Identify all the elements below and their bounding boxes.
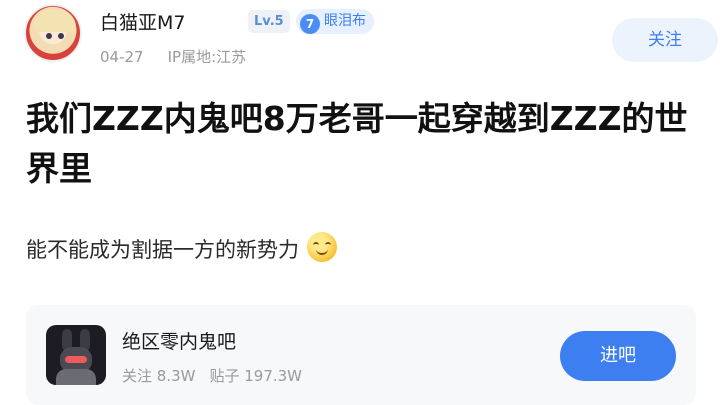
forum-followers: 关注 8.3W xyxy=(122,367,196,385)
level-badge-label: Lv.5 xyxy=(254,14,284,29)
post-title: 我们ZZZ内鬼吧8万老哥一起穿越到ZZZ的世界里 xyxy=(26,99,688,188)
author-name[interactable]: 白猫亚M7 xyxy=(100,8,185,35)
fan-badge[interactable]: 7 眼泪布 xyxy=(296,9,374,34)
fan-badge-label: 眼泪布 xyxy=(324,13,366,29)
post-body-text: 能不能成为割据一方的新势力 xyxy=(26,238,299,262)
enter-forum-button[interactable]: 进吧 xyxy=(560,331,676,381)
post-date: 04-27 xyxy=(100,48,144,66)
smile-emoji-icon xyxy=(307,232,337,262)
follow-button[interactable]: 关注 xyxy=(612,18,718,62)
forum-card[interactable]: 绝区零内鬼吧 关注 8.3W 贴子 197.3W 进吧 xyxy=(26,305,696,405)
gem-icon: 7 xyxy=(300,14,320,34)
post-body: 能不能成为割据一方的新势力 xyxy=(26,232,337,267)
forum-stats: 关注 8.3W 贴子 197.3W xyxy=(122,365,302,386)
forum-posts: 贴子 197.3W xyxy=(209,367,303,385)
post-header: 白猫亚M7 Lv.5 7 眼泪布 04-27 IP属地:江苏 关注 xyxy=(24,4,718,70)
post-meta: 04-27 IP属地:江苏 xyxy=(100,46,246,67)
forum-name: 绝区零内鬼吧 xyxy=(122,331,237,353)
ip-location: IP属地:江苏 xyxy=(167,48,247,66)
level-badge: Lv.5 xyxy=(248,10,290,33)
author-avatar[interactable] xyxy=(24,4,82,62)
forum-avatar xyxy=(46,325,106,385)
